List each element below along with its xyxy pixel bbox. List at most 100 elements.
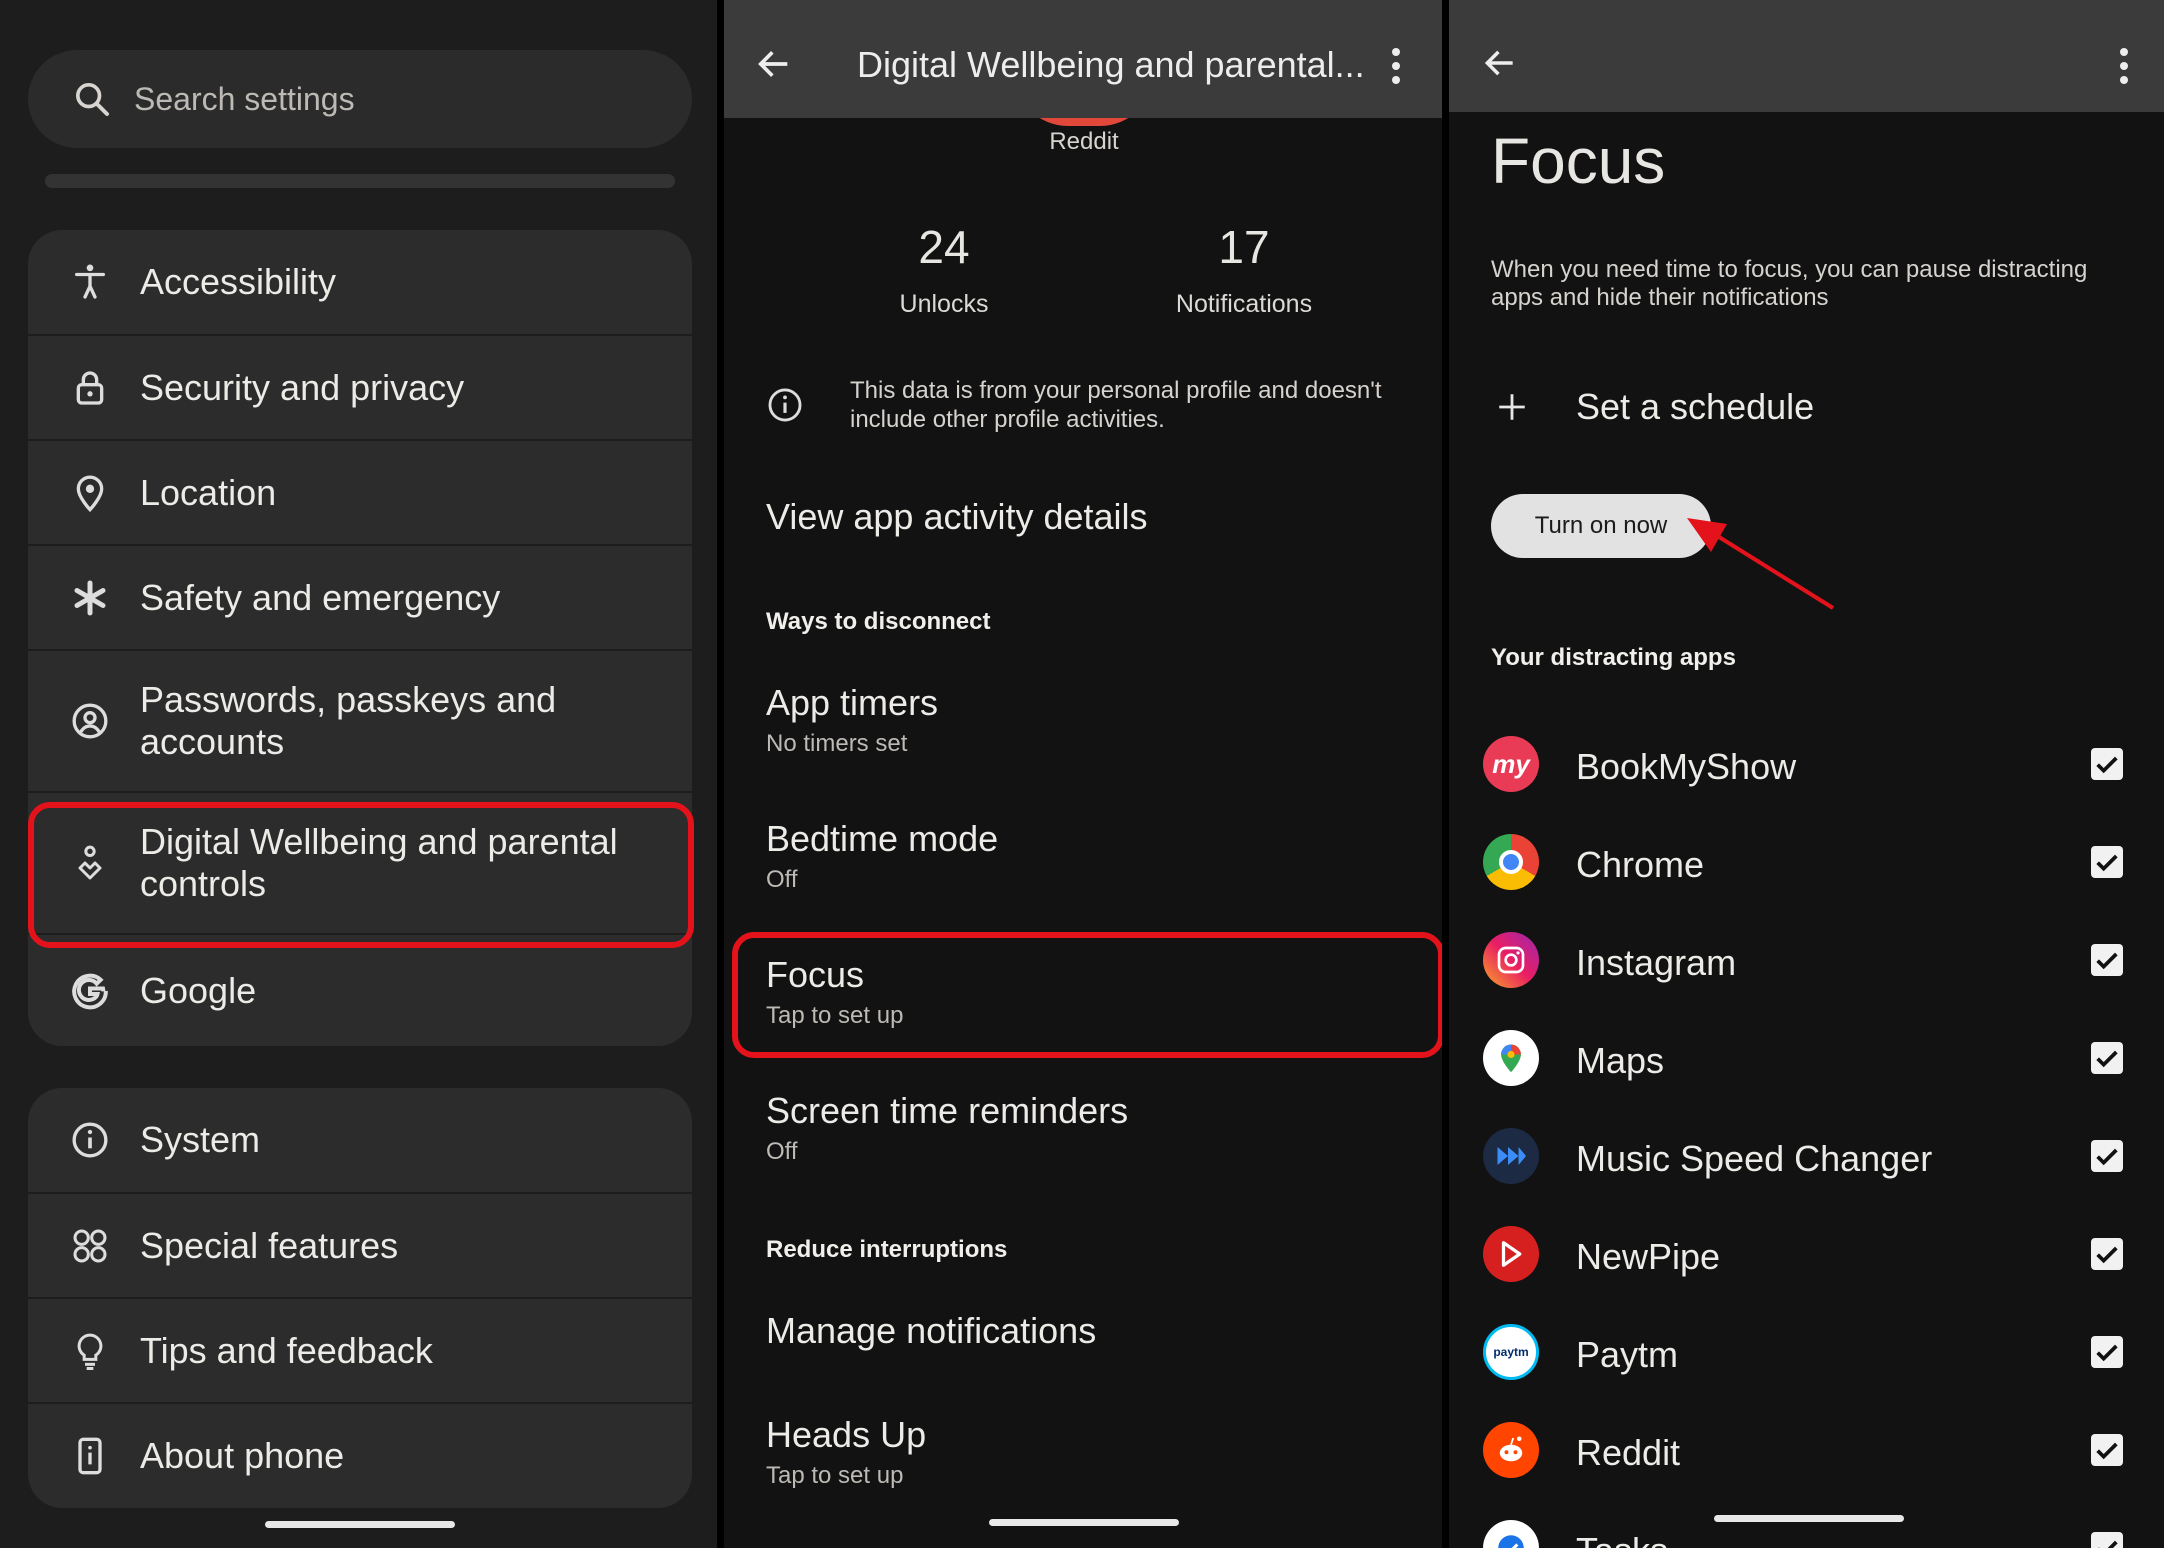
app-row-maps[interactable]: Maps (1449, 1008, 2164, 1106)
newpipe-icon (1483, 1226, 1539, 1282)
row-title: Heads Up (766, 1414, 927, 1455)
panel-divider (1442, 0, 1449, 1548)
view-activity-details-link[interactable]: View app activity details (766, 496, 1148, 538)
stat-label: Unlocks (899, 290, 989, 318)
turn-on-now-button[interactable]: Turn on now (1491, 494, 1711, 558)
row-subtitle: Tap to set up (766, 1462, 904, 1489)
app-checkbox[interactable] (2091, 1434, 2123, 1466)
row-subtitle: Tap to set up (766, 1002, 904, 1029)
app-name: Maps (1576, 1040, 1665, 1081)
app-checkbox[interactable] (2091, 1532, 2123, 1548)
app-checkbox[interactable] (2091, 1336, 2123, 1368)
row-title: Screen time reminders (766, 1090, 1129, 1131)
search-input[interactable]: Search settings (28, 50, 692, 148)
focus-panel: Focus When you need time to focus, you c… (1449, 0, 2164, 1548)
app-name: Paytm (1576, 1334, 1679, 1375)
more-options-icon[interactable] (1390, 48, 1402, 88)
app-checkbox[interactable] (2091, 1042, 2123, 1074)
app-row-instagram[interactable]: Instagram (1449, 910, 2164, 1008)
page-title: Digital Wellbeing and parental... (857, 44, 1365, 85)
reddit-icon (1483, 1422, 1539, 1478)
settings-item-passwords[interactable]: Passwords, passkeys and accounts (28, 651, 692, 791)
app-name: Reddit (1576, 1432, 1681, 1473)
settings-item-special-features[interactable]: Special features (28, 1194, 692, 1297)
stat-value: 17 (1218, 221, 1270, 273)
settings-item-system[interactable]: System (28, 1088, 692, 1192)
panel-divider (717, 0, 724, 1548)
app-bar (1449, 0, 2164, 112)
app-checkbox[interactable] (2091, 748, 2123, 780)
set-schedule-label: Set a schedule (1576, 386, 1815, 427)
back-arrow-icon[interactable] (1481, 44, 1519, 82)
home-indicator (989, 1519, 1179, 1526)
settings-item-digital-wellbeing[interactable]: Digital Wellbeing and parental controls (28, 793, 692, 933)
lock-icon (70, 368, 110, 408)
home-indicator (1714, 1515, 1904, 1522)
app-name: Chrome (1576, 844, 1705, 885)
settings-item-label: Google (140, 969, 257, 1011)
settings-item-accessibility[interactable]: Accessibility (28, 230, 692, 334)
music-speed-changer-icon (1483, 1128, 1539, 1184)
stat-unlocks: 24 Unlocks (824, 220, 1064, 319)
app-name: NewPipe (1576, 1236, 1721, 1277)
app-row-tasks[interactable]: Tasks (1449, 1498, 2164, 1548)
app-checkbox[interactable] (2091, 944, 2123, 976)
settings-group-2: System Special features Tips and feedbac… (28, 1088, 692, 1508)
app-name: Instagram (1576, 942, 1737, 983)
plus-icon (1499, 394, 1525, 420)
settings-panel: Search settings Accessibility Security a… (0, 0, 717, 1548)
app-row-music-speed-changer[interactable]: Music Speed Changer (1449, 1106, 2164, 1204)
row-title: App timers (766, 682, 939, 723)
settings-item-safety[interactable]: Safety and emergency (28, 546, 692, 649)
back-arrow-icon[interactable] (754, 44, 794, 84)
settings-item-label: Security and privacy (140, 366, 465, 408)
app-row-newpipe[interactable]: NewPipe (1449, 1204, 2164, 1302)
lightbulb-icon (70, 1331, 110, 1371)
annotation-arrow (1687, 518, 1835, 610)
settings-item-label: Digital Wellbeing and parental controls (140, 821, 618, 904)
app-bar: Digital Wellbeing and parental... (724, 0, 1442, 118)
settings-item-label: About phone (140, 1435, 345, 1476)
settings-item-label: Tips and feedback (140, 1329, 433, 1371)
special-features-icon (70, 1226, 110, 1266)
instagram-icon (1483, 932, 1539, 988)
section-header-distracting-apps: Your distracting apps (1491, 644, 1736, 671)
settings-item-about-phone[interactable]: About phone (28, 1404, 692, 1508)
stat-value: 24 (918, 221, 970, 273)
row-subtitle: Off (766, 1138, 798, 1165)
chrome-icon (1483, 834, 1539, 890)
settings-group-1: Accessibility Security and privacy Locat… (28, 230, 692, 1046)
settings-item-security[interactable]: Security and privacy (28, 336, 692, 439)
app-checkbox[interactable] (2091, 1238, 2123, 1270)
account-circle-icon (70, 701, 110, 741)
stat-label: Notifications (1175, 290, 1313, 318)
app-row-reddit[interactable]: Reddit (1449, 1400, 2164, 1498)
top-app-label: Reddit (1049, 128, 1119, 155)
section-header-disconnect: Ways to disconnect (766, 608, 991, 635)
collapsed-card-edge (45, 174, 675, 188)
row-title: Focus (766, 954, 865, 995)
search-placeholder: Search settings (134, 80, 355, 117)
app-name: Tasks (1576, 1530, 1668, 1548)
settings-item-label: Safety and emergency (140, 576, 501, 618)
settings-item-label: Location (140, 471, 277, 513)
row-manage-notifications[interactable]: Manage notifications (766, 1310, 1096, 1352)
section-header-interruptions: Reduce interruptions (766, 1236, 1008, 1263)
app-row-bookmyshow[interactable]: my BookMyShow (1449, 714, 2164, 812)
app-name: BookMyShow (1576, 746, 1797, 787)
app-row-chrome[interactable]: Chrome (1449, 812, 2164, 910)
settings-item-location[interactable]: Location (28, 441, 692, 544)
more-options-icon[interactable] (2118, 48, 2130, 88)
settings-item-tips[interactable]: Tips and feedback (28, 1299, 692, 1402)
app-checkbox[interactable] (2091, 1140, 2123, 1172)
settings-item-google[interactable]: Google (28, 935, 692, 1046)
page-title: Focus (1491, 125, 1666, 197)
settings-item-label: Special features (140, 1224, 399, 1266)
app-name: Music Speed Changer (1576, 1138, 1933, 1179)
app-row-paytm[interactable]: paytm Paytm (1449, 1302, 2164, 1400)
row-subtitle: No timers set (766, 730, 908, 757)
app-checkbox[interactable] (2091, 846, 2123, 878)
wellbeing-panel: Digital Wellbeing and parental... Reddit… (724, 0, 1442, 1548)
search-icon (76, 83, 109, 116)
row-subtitle: Off (766, 866, 798, 893)
